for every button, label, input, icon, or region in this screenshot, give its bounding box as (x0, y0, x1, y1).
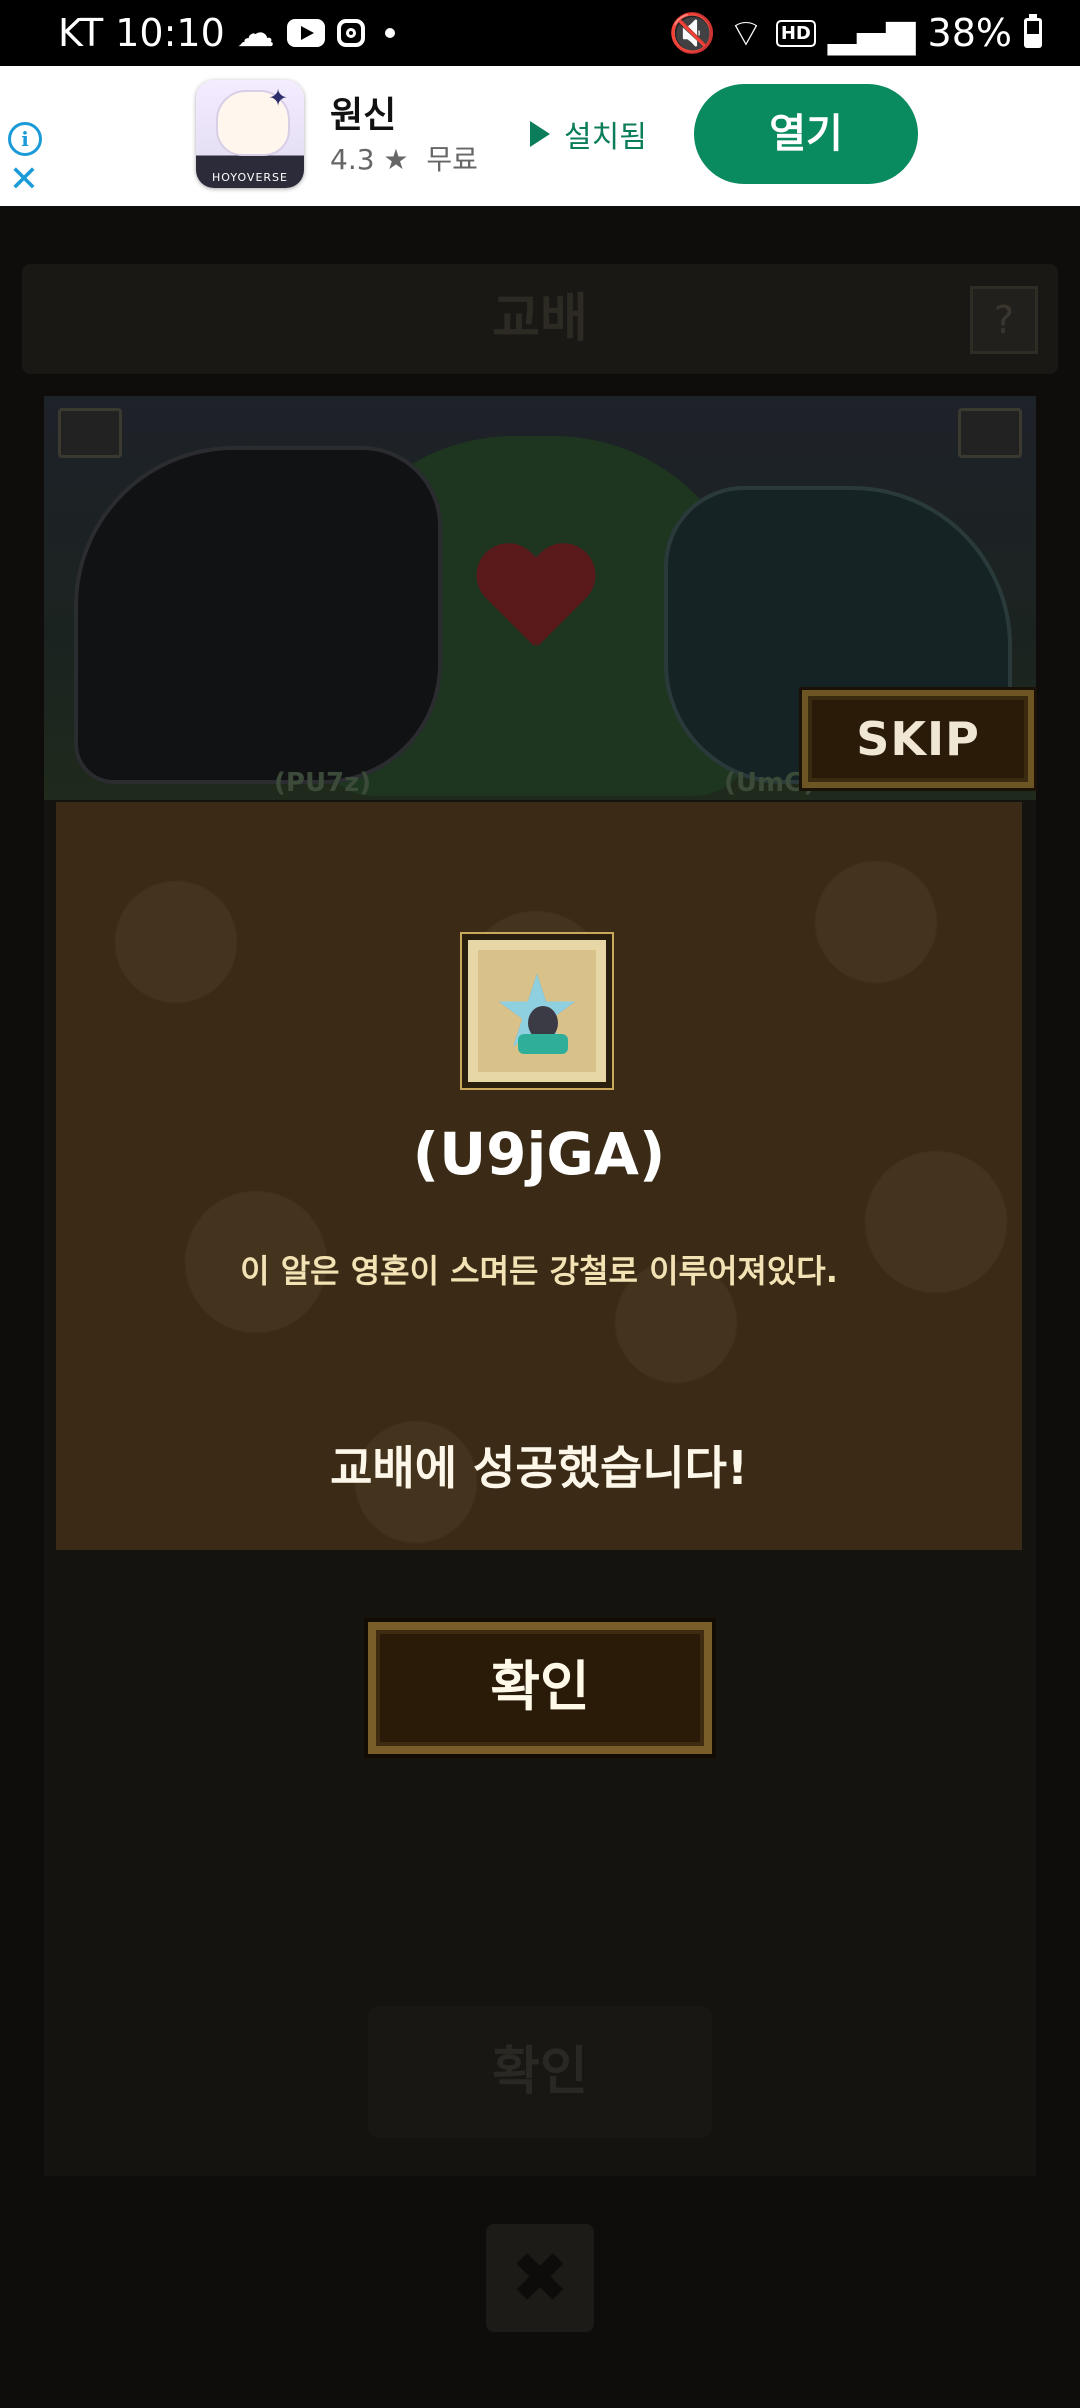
ad-open-button[interactable]: 열기 (694, 84, 918, 184)
ad-close-icon[interactable]: ✕ (6, 162, 42, 198)
page-title: 교배 (492, 289, 588, 349)
notification-dot-icon (384, 28, 395, 38)
ad-info-icon[interactable]: i (8, 122, 42, 156)
cloud-icon: ☁ (236, 11, 275, 55)
ad-app-icon[interactable]: ✦ HOYOVERSE (196, 80, 304, 188)
wifi-icon: ⌔ (728, 11, 764, 55)
instagram-icon (336, 19, 365, 47)
ad-rating-value: 4.3 ★ (330, 143, 409, 176)
right-badge-icon (958, 408, 1022, 458)
ad-app-name[interactable]: 원신 (330, 86, 396, 138)
status-left: KT 10:10 ☁ (58, 8, 395, 58)
item-frame-inner: ★ (478, 950, 596, 1072)
confirm-button[interactable]: 확인 (368, 1622, 712, 1754)
carrier-time: KT 10:10 (58, 11, 225, 55)
left-dragon-name: (PU7z) (274, 768, 372, 798)
ad-installed-status: 설치됨 (530, 112, 647, 156)
status-bar: KT 10:10 ☁ 🔇 ⌔ HD ▂▄▆ 38% (0, 0, 1080, 66)
skip-button[interactable]: SKIP (802, 690, 1034, 788)
result-dialog: ★ (U9jGA) 이 알은 영혼이 스며든 강철로 이루어져있다. 교배에 성… (56, 802, 1022, 1550)
egg-base-icon (518, 1034, 568, 1054)
ad-price: 무료 (426, 143, 478, 176)
mute-icon: 🔇 (668, 10, 717, 55)
left-badge-icon (58, 408, 122, 458)
battery-percent: 38% (927, 11, 1012, 55)
background-confirm-button: 확인 (368, 2006, 712, 2138)
help-button: ? (970, 286, 1038, 354)
signal-icon: ▂▄▆ (827, 11, 916, 55)
item-frame: ★ (462, 934, 612, 1088)
item-name: (U9jGA) (412, 1120, 666, 1188)
status-right: 🔇 ⌔ HD ▂▄▆ 38% (669, 8, 1042, 58)
battery-icon (1024, 14, 1042, 48)
youtube-icon (286, 19, 325, 47)
ad-banner[interactable]: i ✕ ✦ HOYOVERSE 원신 4.3 ★ 무료 설치됨 열기 (0, 66, 1080, 206)
star-icon: ✦ (268, 84, 289, 112)
heart-icon (474, 546, 594, 656)
play-check-icon (530, 121, 556, 147)
game-header: 교배 ? (22, 264, 1058, 374)
close-icon: ✖ (486, 2224, 594, 2332)
success-message: 교배에 성공했습니다! (330, 1441, 748, 1495)
left-dragon-image (74, 446, 442, 784)
ad-rating: 4.3 ★ 무료 (330, 138, 478, 178)
hd-voice-icon: HD (775, 19, 816, 47)
item-description: 이 알은 영혼이 스며든 강철로 이루어져있다. (240, 1252, 838, 1290)
ad-installed-label: 설치됨 (564, 120, 647, 155)
ad-icon-brand: HOYOVERSE (212, 171, 288, 184)
